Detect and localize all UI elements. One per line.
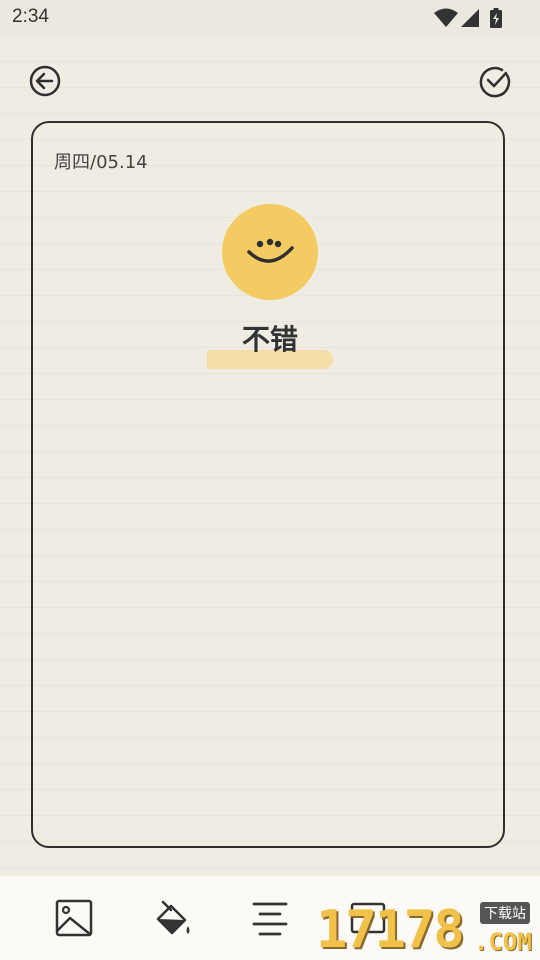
check-circle-icon bbox=[479, 66, 511, 98]
wifi-icon bbox=[434, 8, 458, 27]
watermark-number: 17178 bbox=[316, 900, 465, 960]
signal-icon bbox=[461, 9, 479, 27]
align-center-icon bbox=[252, 902, 288, 936]
entry-date: 周四/05.14 bbox=[54, 152, 148, 173]
mood-face[interactable] bbox=[222, 204, 318, 300]
status-icons bbox=[434, 8, 502, 28]
back-button[interactable] bbox=[27, 63, 63, 99]
text-align-button[interactable] bbox=[250, 898, 290, 938]
watermark-domain: .COM bbox=[474, 928, 532, 956]
confirm-button[interactable] bbox=[477, 63, 513, 99]
watermark-tag: 下载站 bbox=[480, 902, 530, 924]
site-watermark: 17178 .COM 下载站 bbox=[316, 900, 540, 960]
background-color-button[interactable] bbox=[152, 898, 192, 938]
battery-icon bbox=[490, 8, 502, 28]
mood-label: 不错 bbox=[241, 323, 298, 356]
status-bar: 2:34 bbox=[0, 0, 540, 36]
back-arrow-icon bbox=[29, 65, 61, 97]
status-time: 2:34 bbox=[12, 6, 49, 27]
insert-image-button[interactable] bbox=[54, 898, 94, 938]
image-icon bbox=[55, 899, 93, 937]
smile-face-icon bbox=[247, 238, 294, 263]
paint-bucket-icon bbox=[156, 900, 190, 935]
